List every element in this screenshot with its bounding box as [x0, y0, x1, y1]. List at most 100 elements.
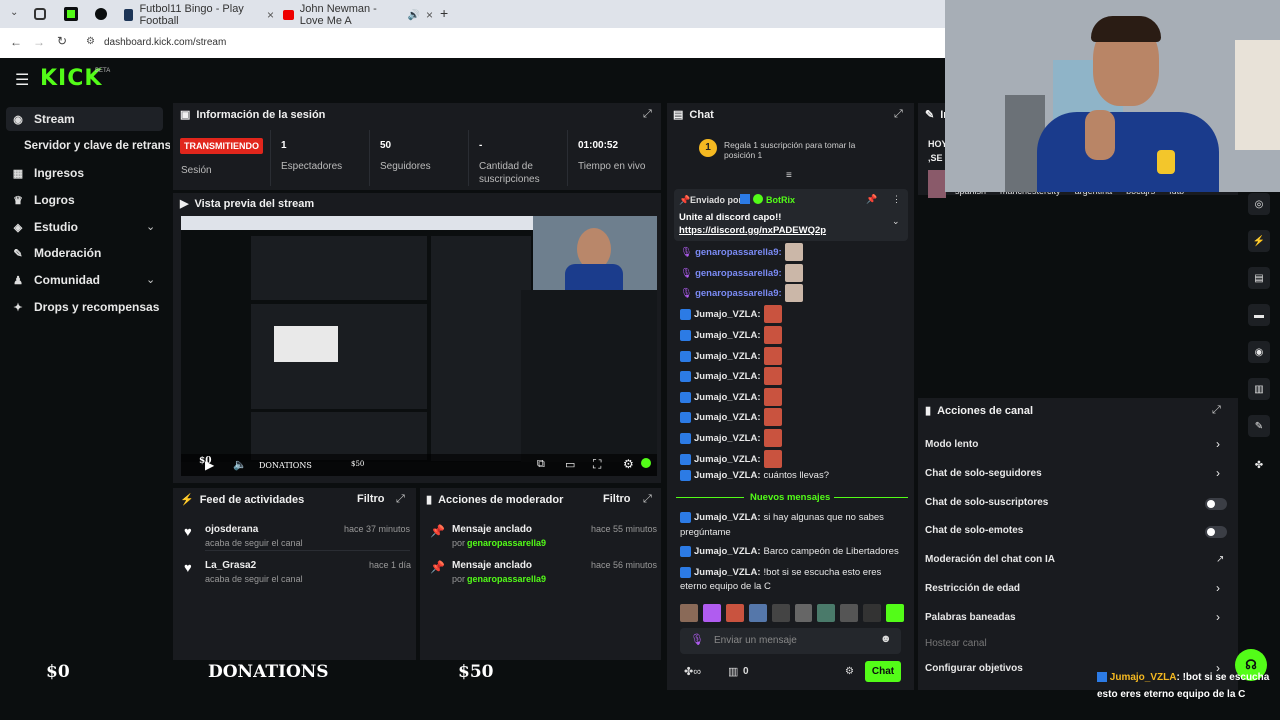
sidebar-item-stream-row[interactable]: ◉ Stream — [12, 112, 75, 126]
back-icon[interactable]: ← — [10, 35, 22, 49]
chat-user[interactable]: Jumajo_VZLA: — [694, 454, 761, 465]
subs-only-toggle[interactable] — [1205, 498, 1227, 510]
activity-user[interactable]: La_Grasa2 — [205, 560, 256, 571]
pinned-user[interactable]: BotRix — [766, 195, 795, 205]
reload-icon[interactable]: ↻ — [57, 34, 67, 48]
avatar[interactable] — [725, 604, 744, 622]
volume-icon[interactable]: 🔈 — [233, 458, 247, 471]
sidebar-item-drops[interactable]: ✦ Drops y recompensas — [12, 300, 159, 314]
toolbar-doc-icon[interactable]: ▤ — [1248, 267, 1270, 289]
mod-by-user[interactable]: genaropassarella9 — [467, 538, 546, 548]
site-info-icon[interactable]: ⚙ — [86, 36, 95, 47]
chat-settings-icon[interactable]: ⚙ — [845, 666, 854, 677]
avatar[interactable] — [840, 604, 859, 622]
toolbar-bolt-icon[interactable]: ⚡ — [1248, 230, 1270, 252]
chat-user[interactable]: Jumajo_VZLA: — [694, 309, 761, 320]
setting-slow-mode[interactable]: Modo lento — [925, 439, 978, 450]
chevron-right-icon[interactable]: › — [1216, 610, 1220, 624]
avatar[interactable] — [794, 604, 813, 622]
sidebar-item-comunidad[interactable]: ♟ Comunidad — [12, 273, 100, 287]
external-link-icon[interactable]: ↗ — [1216, 554, 1224, 565]
chevron-down-icon[interactable]: ⌄ — [146, 273, 155, 286]
setting-emotes-only[interactable]: Chat de solo-emotes — [925, 525, 1023, 536]
channel-points-icon[interactable]: ✤∞ — [684, 665, 701, 678]
tab-youtube[interactable]: John Newman - Love Me A 🔊 × — [283, 3, 433, 27]
popout-icon[interactable]: ⤢ — [894, 108, 903, 121]
toolbar-wrench-icon[interactable]: ✎ — [1248, 415, 1270, 437]
modactions-filter-button[interactable]: Filtro — [603, 493, 631, 505]
activity-user[interactable]: ojosderana — [205, 524, 258, 535]
chat-user[interactable]: Jumajo_VZLA: — [694, 330, 761, 341]
play-icon[interactable]: ▶ — [205, 458, 214, 472]
chat-user[interactable]: Jumajo_VZLA: — [694, 351, 761, 362]
setting-age-restriction[interactable]: Restricción de edad — [925, 583, 1020, 594]
kick-tab-icon[interactable] — [64, 7, 78, 21]
stream-preview-video[interactable]: $0 ▶ 🔈 DONATIONS $50 ⧉ ▭ ⛶ ⚙ — [181, 216, 657, 476]
chevron-right-icon[interactable]: › — [1216, 466, 1220, 480]
more-icon[interactable]: ⋮ — [892, 194, 901, 205]
setting-banned-words[interactable]: Palabras baneadas — [925, 612, 1016, 623]
setting-goals[interactable]: Configurar objetivos — [925, 663, 1023, 674]
forward-icon[interactable]: → — [33, 35, 45, 49]
avatar[interactable] — [886, 604, 905, 622]
chat-user[interactable]: Jumajo_VZLA: — [694, 470, 761, 481]
sidebar-item-server-key[interactable]: Servidor y clave de retransm — [24, 140, 170, 152]
setting-ai-moderation[interactable]: Moderación del chat con IA — [925, 554, 1055, 565]
chevron-right-icon[interactable]: › — [1216, 581, 1220, 595]
settings-icon[interactable]: ⚙ — [623, 457, 634, 471]
speaker-icon[interactable]: 🔊 — [408, 10, 420, 21]
chat-user[interactable]: genaropassarella9: — [695, 288, 782, 299]
menu-icon[interactable]: ☰ — [15, 70, 29, 90]
avatar[interactable] — [863, 604, 882, 622]
popout-icon[interactable]: ⤢ — [643, 493, 652, 506]
fullscreen-icon[interactable]: ⛶ — [593, 457, 601, 472]
setting-followers-only[interactable]: Chat de solo-seguidores — [925, 468, 1042, 479]
filter-icon[interactable]: ≡ — [786, 170, 792, 181]
popout-icon[interactable]: ⤢ — [643, 108, 652, 121]
mic-icon[interactable]: 🎙 — [690, 633, 704, 646]
chat-user[interactable]: Jumajo_VZLA: — [694, 546, 761, 557]
pip-icon[interactable]: ⧉ — [537, 458, 545, 471]
emoji-icon[interactable]: ☻ — [880, 633, 892, 645]
avatar[interactable] — [702, 604, 721, 622]
sidebar-item-moderacion[interactable]: ✎ Moderación — [12, 246, 101, 260]
url-field[interactable]: dashboard.kick.com/stream — [104, 37, 226, 48]
tab-list-icon[interactable]: ⌄ — [10, 7, 18, 18]
sidebar-item-ingresos[interactable]: ▦ Ingresos — [12, 166, 84, 180]
sidebar-item-logros[interactable]: ♛ Logros — [12, 193, 75, 207]
avatar[interactable] — [771, 604, 790, 622]
avatar[interactable] — [817, 604, 836, 622]
mod-by-user[interactable]: genaropassarella9 — [467, 574, 546, 584]
pinned-link[interactable]: https://discord.gg/nxPADEWQ2p — [679, 225, 826, 236]
chat-user[interactable]: Jumajo_VZLA: — [694, 512, 761, 523]
theater-icon[interactable]: ▭ — [565, 458, 575, 471]
toolbar-camera-icon[interactable]: ◎ — [1248, 193, 1270, 215]
chat-user[interactable]: Jumajo_VZLA: — [694, 567, 761, 578]
sidebar-item-estudio[interactable]: ◈ Estudio — [12, 220, 78, 234]
send-chat-button[interactable]: Chat — [865, 661, 901, 682]
chat-user[interactable]: genaropassarella9: — [695, 268, 782, 279]
toolbar-layout-icon[interactable]: ▥ — [1248, 378, 1270, 400]
kick-tab-icon-2[interactable] — [95, 8, 107, 20]
avatar[interactable] — [748, 604, 767, 622]
tab-futbol11[interactable]: Futbol11 Bingo - Play Football × — [124, 3, 274, 27]
close-icon[interactable]: × — [426, 8, 433, 22]
chat-user[interactable]: Jumajo_VZLA: — [694, 392, 761, 403]
gift-icon[interactable]: ▥ — [728, 665, 738, 678]
activity-filter-button[interactable]: Filtro — [357, 493, 385, 505]
chat-user[interactable]: Jumajo_VZLA: — [694, 412, 761, 423]
toolbar-broadcast-icon[interactable]: ◉ — [1248, 341, 1270, 363]
setting-subs-only[interactable]: Chat de solo-suscriptores — [925, 497, 1048, 508]
popout-icon[interactable]: ⤢ — [396, 493, 405, 506]
chevron-down-icon[interactable]: ⌄ — [146, 220, 155, 233]
unpin-icon[interactable]: 📌 — [866, 194, 877, 205]
toolbar-chat-icon[interactable]: ▬ — [1248, 304, 1270, 326]
close-icon[interactable]: × — [267, 8, 274, 22]
avatar[interactable] — [680, 604, 698, 622]
chat-user[interactable]: genaropassarella9: — [695, 247, 782, 258]
chat-user[interactable]: Jumajo_VZLA: — [694, 371, 761, 382]
chevron-right-icon[interactable]: › — [1216, 437, 1220, 451]
app-tab-icon[interactable] — [34, 8, 46, 20]
chat-user[interactable]: Jumajo_VZLA: — [694, 433, 761, 444]
new-tab-icon[interactable]: + — [440, 5, 448, 21]
